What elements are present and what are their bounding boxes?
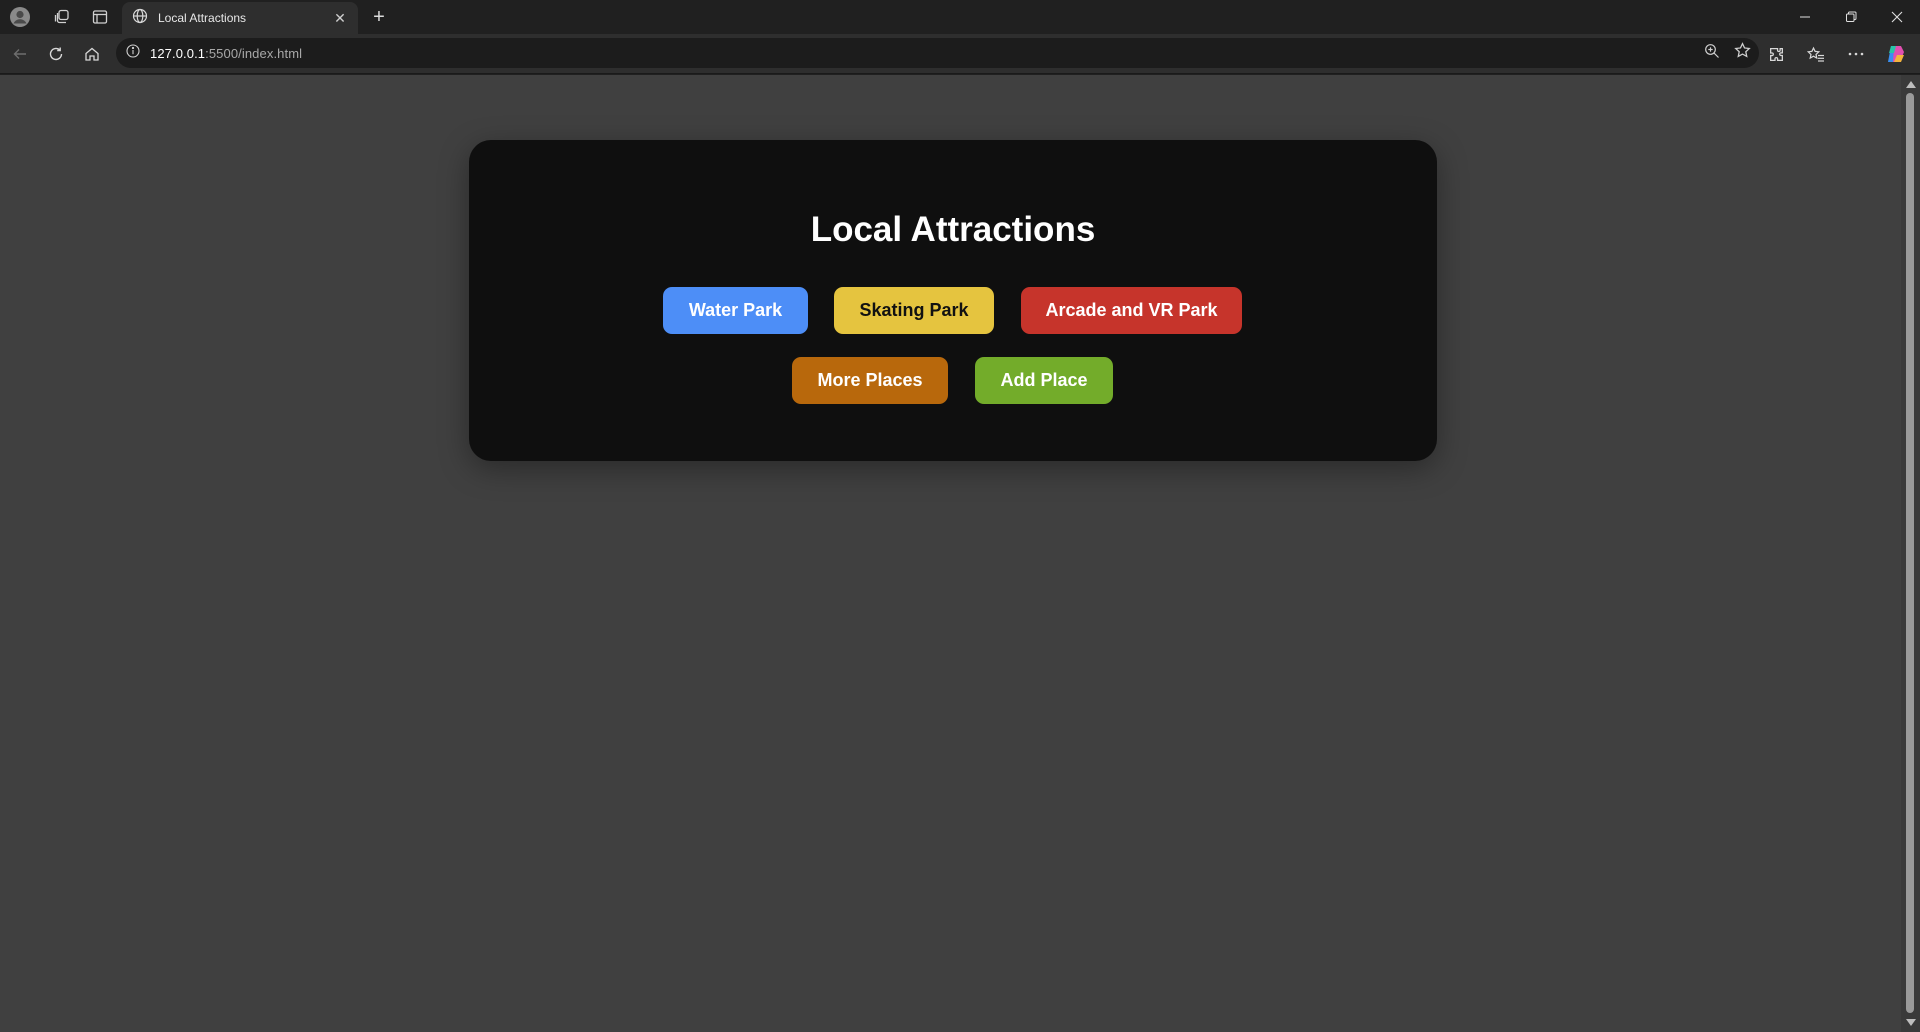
- close-icon[interactable]: ✕: [330, 10, 350, 27]
- url-text: 127.0.0.1:5500/index.html: [150, 46, 302, 61]
- workspaces-icon[interactable]: [47, 2, 77, 32]
- url-host: 127.0.0.1: [150, 45, 206, 61]
- favorites-icon[interactable]: [1800, 38, 1832, 70]
- home-icon[interactable]: [75, 37, 109, 71]
- star-icon[interactable]: [1734, 42, 1751, 64]
- page-title: Local Attractions: [810, 210, 1096, 249]
- refresh-icon[interactable]: [39, 37, 73, 71]
- tab-title: Local Attractions: [158, 11, 247, 25]
- window-close-icon[interactable]: [1874, 0, 1920, 34]
- sidebar-icon[interactable]: [85, 2, 115, 32]
- more-places-button[interactable]: More Places: [792, 357, 948, 404]
- globe-icon: [132, 8, 148, 29]
- arcade-vr-park-button[interactable]: Arcade and VR Park: [1021, 287, 1242, 334]
- url-path: :5500/index.html: [205, 45, 303, 61]
- extensions-icon[interactable]: [1760, 38, 1792, 70]
- scroll-up-icon[interactable]: [1906, 81, 1916, 88]
- page-viewport: Local Attractions Water Park Skating Par…: [0, 75, 1901, 1032]
- skating-park-button[interactable]: Skating Park: [834, 287, 994, 334]
- scroll-thumb[interactable]: [1906, 93, 1914, 1013]
- browser-toolbar: 127.0.0.1:5500/index.html: [0, 34, 1920, 74]
- water-park-button[interactable]: Water Park: [663, 287, 808, 334]
- scroll-down-icon[interactable]: [1906, 1019, 1916, 1026]
- attractions-card: Local Attractions Water Park Skating Par…: [469, 140, 1437, 461]
- add-place-button[interactable]: Add Place: [975, 357, 1113, 404]
- address-bar[interactable]: 127.0.0.1:5500/index.html: [116, 38, 1759, 68]
- tab-local-attractions[interactable]: Local Attractions ✕: [122, 2, 358, 34]
- page-scrollbar[interactable]: [1901, 75, 1920, 1032]
- minimize-icon[interactable]: [1782, 0, 1828, 34]
- window-controls: [1782, 0, 1920, 34]
- plus-icon[interactable]: +: [364, 2, 394, 32]
- info-icon[interactable]: [126, 43, 140, 63]
- profile-icon[interactable]: [5, 2, 35, 32]
- copilot-icon[interactable]: [1880, 38, 1912, 70]
- restore-icon[interactable]: [1828, 0, 1874, 34]
- zoom-icon[interactable]: [1704, 43, 1720, 64]
- more-icon[interactable]: [1840, 38, 1872, 70]
- back-icon[interactable]: [3, 37, 37, 71]
